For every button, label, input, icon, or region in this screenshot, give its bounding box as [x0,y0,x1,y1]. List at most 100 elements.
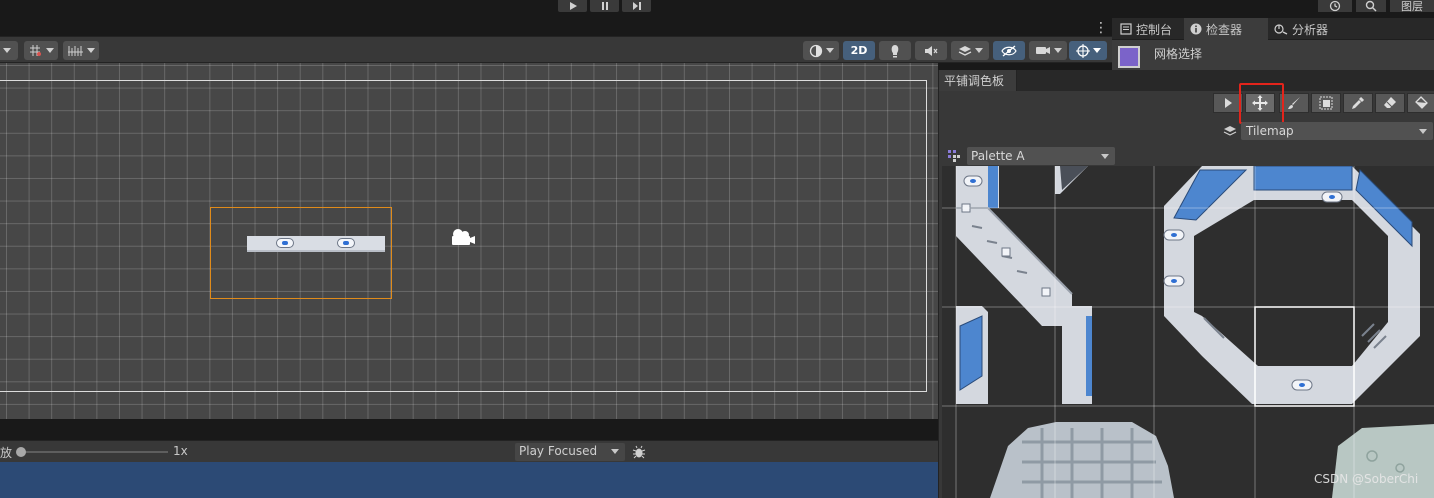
increment-snap-dropdown[interactable] [63,41,99,60]
hidden-objects-icon [1001,45,1017,56]
search-icon [1365,0,1377,12]
inspector-tab-strip: ⋮ 控制台 检查器 分析器 [1094,18,1434,40]
palette-tile[interactable] [1332,424,1434,498]
eraser-tool-button[interactable] [1375,93,1405,113]
inspector-panel: 网格选择 [1112,40,1434,70]
palette-tile[interactable] [990,422,1174,498]
scene-view[interactable] [0,63,938,419]
step-button[interactable] [622,0,651,12]
info-icon [1190,23,1202,35]
chevron-down-icon [1092,47,1101,53]
picker-icon [1352,96,1365,109]
fill-icon [1415,96,1428,109]
pause-button[interactable] [590,0,619,12]
tab-inspector[interactable]: 检查器 [1184,18,1268,40]
audio-icon [925,45,938,56]
palette-name-label: Palette A [971,149,1025,163]
scale-label: 放 [0,446,13,460]
game-toolbar: 放 1x Play Focused [0,440,938,462]
gizmos-icon [1075,43,1090,58]
draw-mode-dropdown[interactable] [0,41,18,60]
more-options-icon[interactable]: ⋮ [1094,21,1108,37]
chevron-down-icon [3,47,11,53]
grid-selection-icon [1118,46,1140,68]
tile-strip[interactable] [247,236,385,252]
chevron-down-icon [45,47,54,53]
tile-palette-window: 平铺调色板 Tilemap Palette A CSDN @SoberChi [938,70,1434,498]
tile-lamp [337,238,355,248]
palette-tile-grid[interactable]: CSDN @SoberChi [942,166,1434,498]
bug-icon [632,445,646,459]
profiler-icon [1274,24,1288,35]
history-button[interactable] [1318,0,1352,12]
play-button[interactable] [558,0,587,12]
scale-slider-handle[interactable] [16,447,26,457]
pause-icon [601,2,608,10]
camera-icon [1035,47,1050,54]
watermark-text: CSDN @SoberChi [1314,472,1419,486]
play-controls-bar: 图层 [0,0,1434,18]
2d-mode-toggle[interactable]: 2D [843,41,875,60]
tab-tile-palette[interactable]: 平铺调色板 [939,70,1017,91]
palette-tile[interactable] [1055,166,1088,194]
chevron-down-icon [1053,47,1062,53]
scale-slider[interactable] [18,451,168,453]
effects-dropdown[interactable] [951,41,989,60]
tab-console[interactable]: 控制台 [1114,18,1178,40]
tab-profiler-label: 分析器 [1292,22,1329,37]
debug-button[interactable] [628,443,650,461]
tab-inspector-label: 检查器 [1206,22,1243,37]
camera-settings-dropdown[interactable] [1029,41,1067,60]
chevron-down-icon [974,47,983,53]
move-tool-highlight [1239,83,1284,124]
chevron-down-icon [1419,129,1427,134]
tab-console-label: 控制台 [1136,22,1173,37]
palette-tile[interactable] [956,306,988,404]
chevron-down-icon [1101,154,1109,159]
palette-tile[interactable] [1062,306,1092,404]
box-fill-tool-button[interactable] [1311,93,1341,113]
palette-tile[interactable] [1163,166,1420,404]
layers-label: 图层 [1401,0,1423,13]
console-icon [1120,23,1132,35]
tab-profiler[interactable]: 分析器 [1268,18,1334,40]
history-icon [1329,0,1341,12]
chevron-down-icon [825,47,834,53]
select-icon [1225,98,1232,108]
box-fill-icon [1319,96,1333,110]
palette-tile[interactable] [956,166,999,208]
camera-gizmo-icon[interactable] [450,227,476,247]
play-mode-label: Play Focused [519,444,598,458]
layers-icon [1223,126,1237,136]
scale-value: 1x [173,444,188,458]
lighting-icon [891,44,899,57]
brush-icon [1288,97,1300,109]
shading-mode-dropdown[interactable] [803,41,839,60]
2d-mode-label: 2D [850,44,868,57]
active-target-dropdown[interactable]: Tilemap [1241,122,1433,140]
hidden-objects-toggle[interactable] [993,41,1025,60]
chevron-down-icon [611,449,619,454]
eraser-icon [1384,97,1396,108]
game-view[interactable] [0,462,938,498]
fill-tool-button[interactable] [1407,93,1434,113]
gizmos-dropdown[interactable] [1069,41,1107,60]
palette-grid-icon [948,150,960,162]
audio-toggle[interactable] [915,41,947,60]
picker-tool-button[interactable] [1343,93,1373,113]
grid-snap-icon [29,44,41,56]
palette-tiles [942,166,1434,498]
selection-outline[interactable] [210,207,392,299]
grid-snap-dropdown[interactable] [24,41,58,60]
tile-lamp [276,238,294,248]
search-button[interactable] [1356,0,1386,12]
inspector-title: 网格选择 [1154,47,1203,61]
tile-palette-tab-label: 平铺调色板 [944,74,1005,88]
lighting-toggle[interactable] [879,41,911,60]
increment-snap-icon [67,45,83,56]
play-mode-dropdown[interactable]: Play Focused [515,443,625,461]
step-icon [632,2,641,10]
layers-dropdown[interactable]: 图层 [1390,0,1434,13]
palette-selector-dropdown[interactable]: Palette A [967,147,1115,165]
play-icon [569,2,577,10]
